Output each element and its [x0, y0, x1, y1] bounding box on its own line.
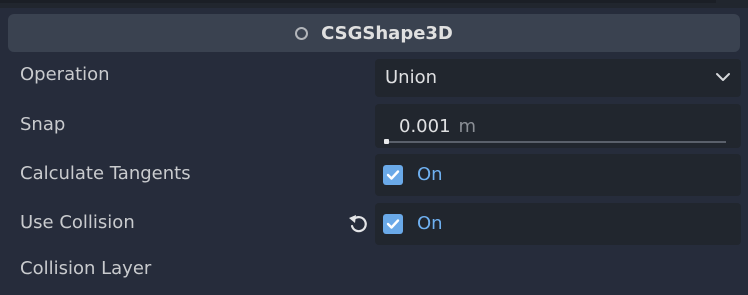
chevron-down-icon [716, 73, 730, 81]
checkbox-checked-icon [383, 165, 403, 185]
property-label-use-collision: Use Collision [20, 212, 135, 233]
property-label-collision-layer: Collision Layer [20, 258, 152, 279]
calculate-tangents-state: On [417, 164, 443, 185]
snap-unit: m [458, 116, 477, 137]
section-header-csgshape3d[interactable]: CSGShape3D [8, 14, 740, 52]
property-row-snap: Snap 0.001 m [0, 102, 748, 150]
use-collision-checkbox[interactable]: On [375, 203, 741, 245]
property-row-collision-layer: Collision Layer [0, 250, 748, 295]
section-title: CSGShape3D [321, 22, 453, 44]
property-label-calculate-tangents: Calculate Tangents [20, 163, 191, 184]
property-label-operation: Operation [20, 64, 110, 85]
snap-slider-track[interactable] [384, 141, 726, 143]
top-scrollbar-track [0, 0, 716, 3]
property-row-operation: Operation Union [0, 56, 748, 100]
calculate-tangents-checkbox[interactable]: On [375, 154, 741, 196]
snap-spinbox[interactable]: 0.001 m [375, 104, 741, 148]
operation-dropdown[interactable]: Union [375, 59, 741, 97]
snap-value: 0.001 [399, 116, 451, 137]
property-row-use-collision: Use Collision On [0, 201, 748, 247]
revert-icon[interactable] [346, 212, 370, 236]
use-collision-state: On [417, 213, 443, 234]
snap-slider-grabber[interactable] [384, 139, 389, 144]
operation-value: Union [385, 67, 438, 88]
property-label-snap: Snap [20, 114, 66, 135]
checkbox-checked-icon [383, 214, 403, 234]
top-strip [0, 0, 748, 8]
circle-icon [295, 26, 309, 40]
property-row-calculate-tangents: Calculate Tangents On [0, 152, 748, 198]
